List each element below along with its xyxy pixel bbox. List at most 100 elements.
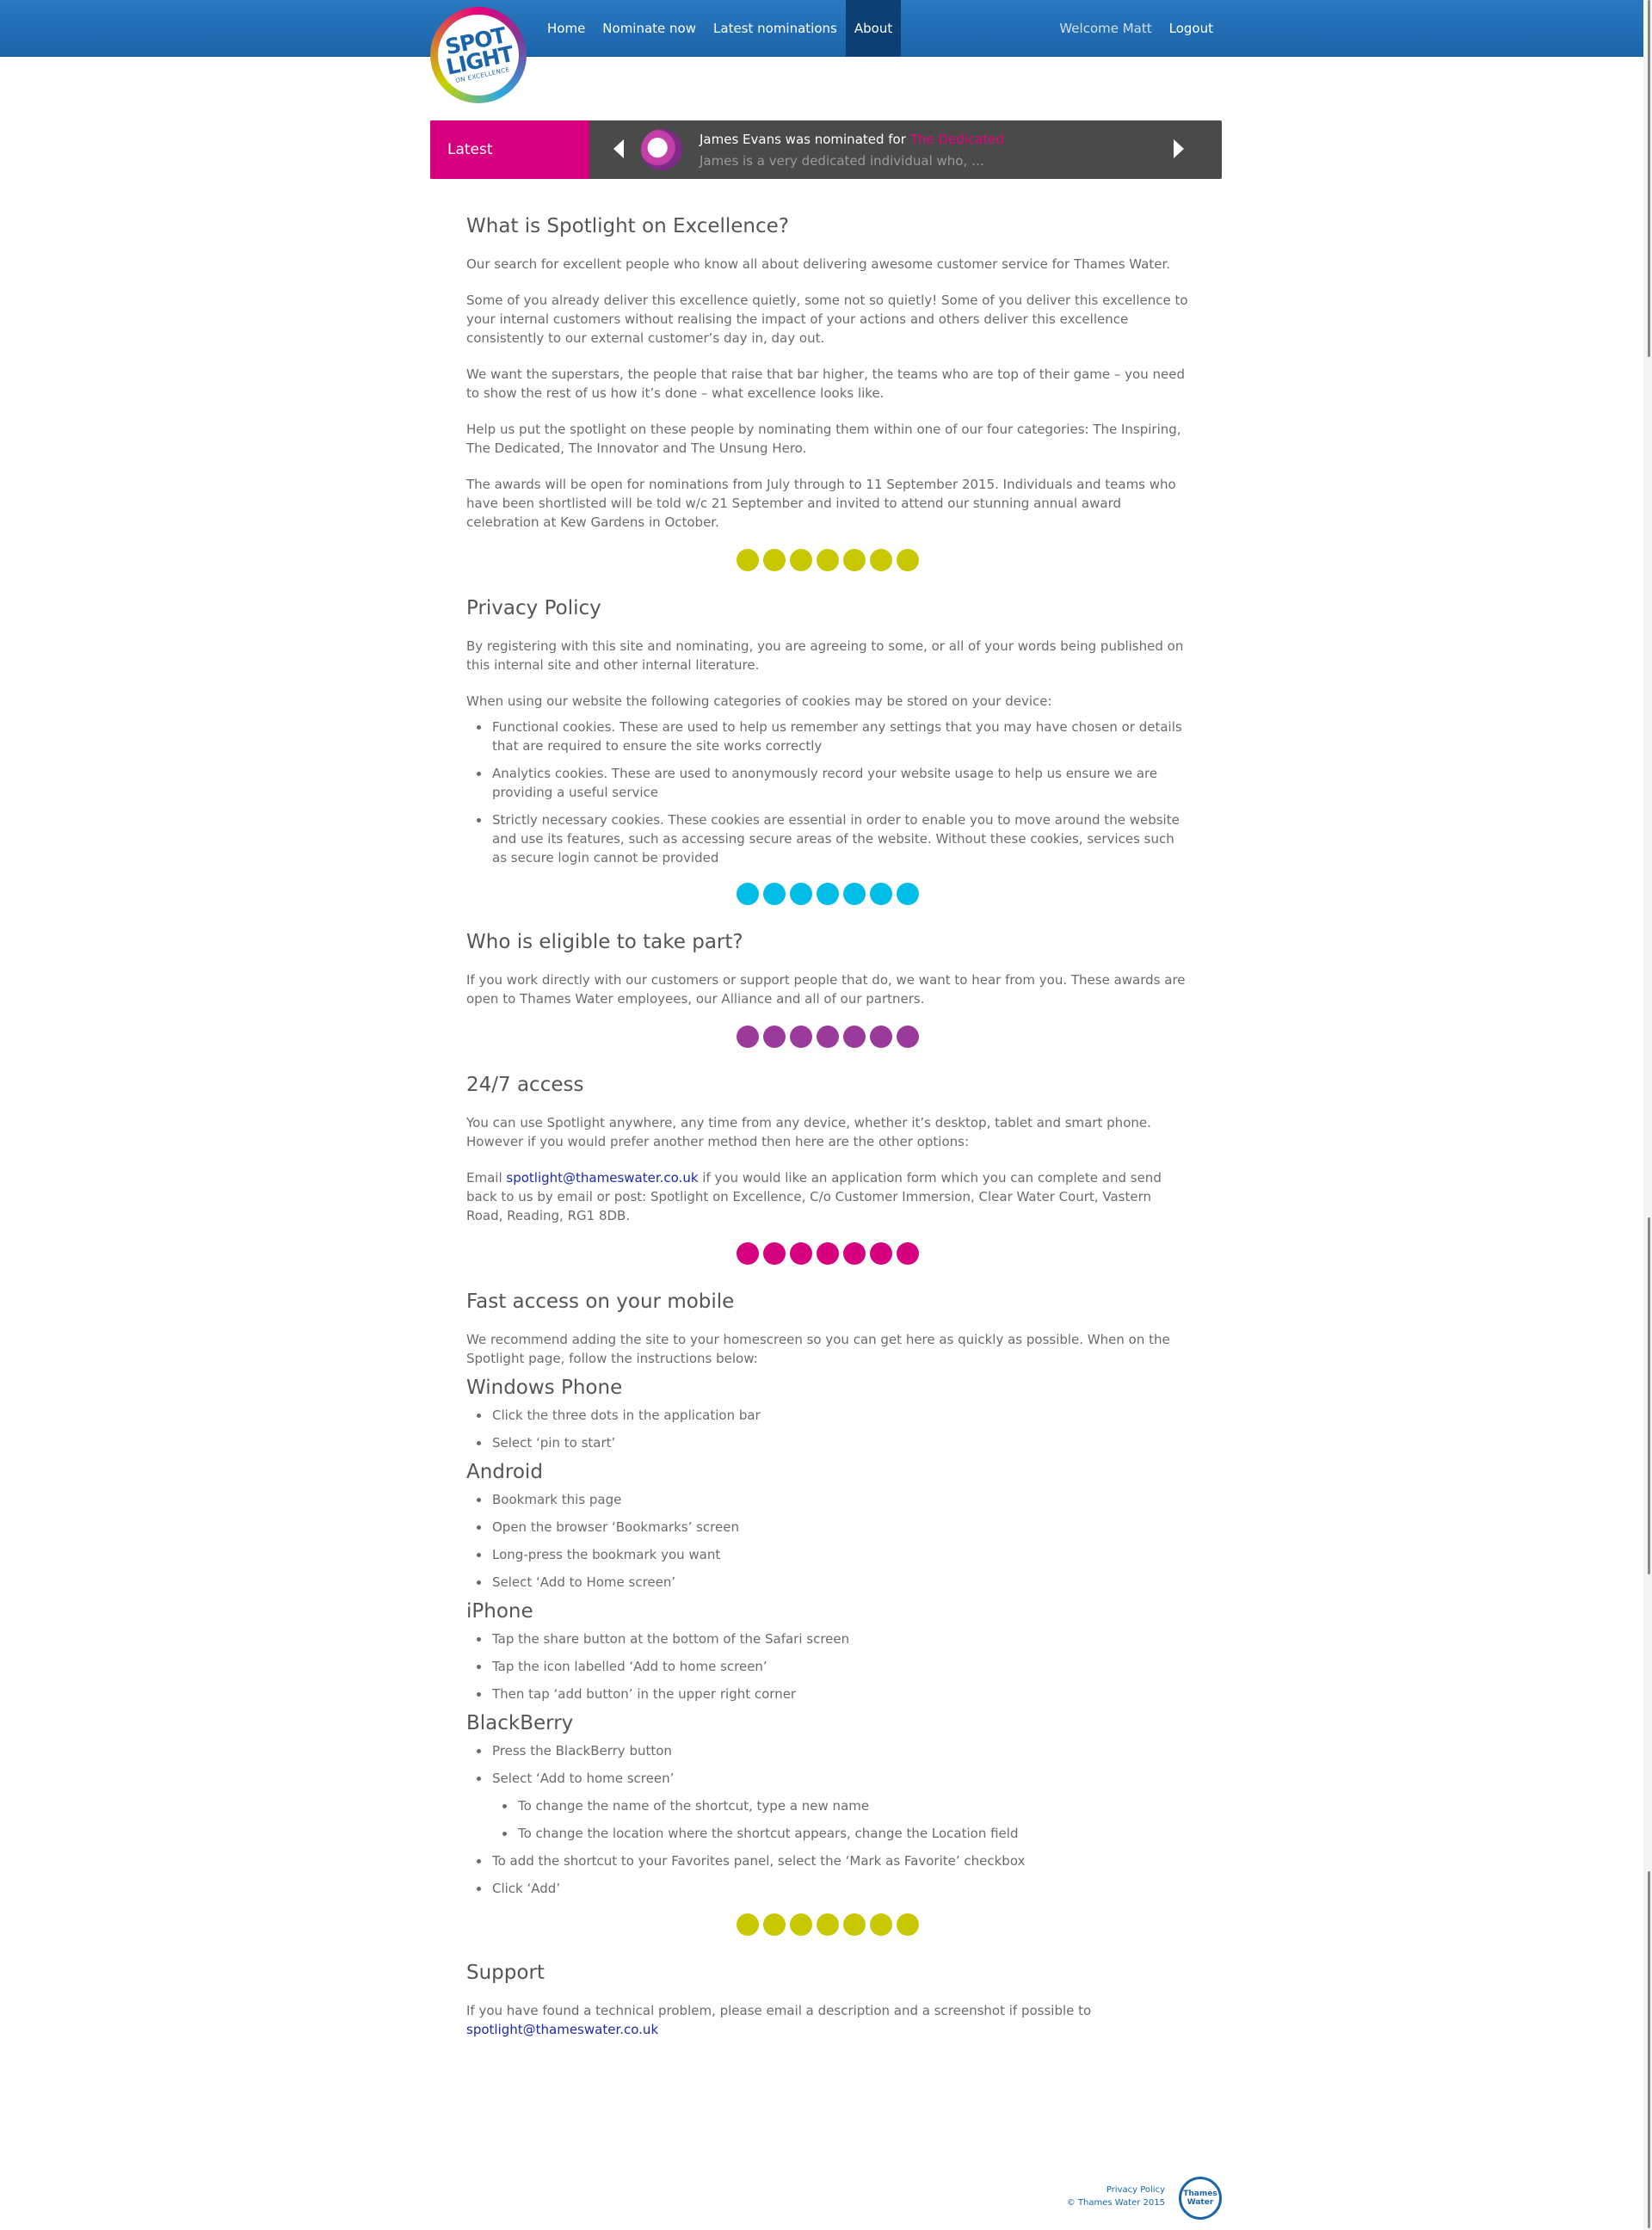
section-title-support: Support [466,1962,545,1984]
subtitle-android: Android [466,1461,543,1483]
list-item: Select ‘pin to start’ [466,1433,1189,1452]
ticker-category[interactable]: The Dedicated [910,132,1004,147]
list-item: Analytics cookies. These are used to ano… [466,764,1189,802]
spotlight-logo[interactable]: SPOT LIGHT ON EXCELLENCE [430,7,527,103]
list-item: Select ‘Add to Home screen’ [466,1573,1189,1592]
list-item: Open the browser ‘Bookmarks’ screen [466,1518,1189,1537]
blackberry-substeps: To change the name of the shortcut, type… [492,1796,1189,1843]
list-item: Press the BlackBerry button [466,1741,1189,1760]
subtitle-iphone: iPhone [466,1600,533,1623]
divider-dot [897,549,919,571]
list-item: Select ‘Add to home screen’ To change th… [466,1769,1189,1843]
ticker-headline: James Evans was nominated for The Dedica… [700,132,1004,147]
latest-nominations-ticker: Latest nominations: James Evans was nomi… [430,120,1222,217]
scrollbar-thumb[interactable] [1648,0,1650,357]
nav-links: Home Nominate now Latest nominations Abo… [539,0,902,57]
footer-copyright: © Thames Water 2015 [1066,2198,1165,2208]
nav-latest-nominations[interactable]: Latest nominations [705,0,846,57]
divider-dot [843,1026,866,1048]
paragraph: Email spotlight@thameswater.co.uk if you… [466,1168,1189,1225]
support-text: If you have found a technical problem, p… [466,2003,1092,2018]
divider-dot [790,1913,812,1936]
list-item: Tap the share button at the bottom of th… [466,1629,1189,1648]
divider-dot [817,883,839,905]
paragraph: We want the superstars, the people that … [466,367,1185,401]
user-area: Welcome Matt Logout [1051,0,1222,57]
paragraph: By registering with this site and nomina… [466,638,1184,673]
tw-logo-line2: Water [1187,2198,1214,2207]
list-item: Bookmark this page [466,1490,1189,1509]
paragraph: If you have found a technical problem, p… [466,2001,1189,2039]
tw-logo-line1: Thames [1183,2190,1217,2198]
divider-dot [790,549,812,571]
scrollbar-thumb[interactable] [1648,1217,1650,1574]
email-link[interactable]: spotlight@thameswater.co.uk [506,1170,698,1186]
nav-nominate-now[interactable]: Nominate now [594,0,705,57]
divider-dot [817,1913,839,1936]
divider-dot [843,549,866,571]
list-item: To add the shortcut to your Favorites pa… [466,1851,1189,1870]
logo-badge: SPOT LIGHT ON EXCELLENCE [430,7,527,103]
divider-dot [737,883,759,905]
divider-dot [763,1026,786,1048]
divider-dot [790,1026,812,1048]
ticker-excerpt: James is a very dedicated individual who… [700,153,984,169]
logout-link[interactable]: Logout [1161,0,1222,57]
paragraph: Some of you already deliver this excelle… [466,293,1188,346]
list-item: Tap the icon labelled ‘Add to home scree… [466,1657,1189,1676]
dot-divider-purple [466,1026,1189,1048]
divider-dot [897,1242,919,1265]
paragraph: Our search for excellent people who know… [466,256,1171,272]
thames-water-logo[interactable]: Thames Water [1179,2177,1222,2220]
top-navbar: SPOT LIGHT ON EXCELLENCE Home Nominate n… [0,0,1652,103]
divider-dot [870,883,892,905]
divider-dot [870,549,892,571]
divider-dot [817,1242,839,1265]
nav-home[interactable]: Home [539,0,594,57]
paragraph: You can use Spotlight anywhere, any time… [466,1115,1151,1149]
list-item: To change the name of the shortcut, type… [492,1796,1189,1815]
list-item: To change the location where the shortcu… [492,1824,1189,1843]
support-email-link[interactable]: spotlight@thameswater.co.uk [466,2022,658,2037]
section-title-mobile: Fast access on your mobile [466,1291,735,1313]
divider-dot [737,1242,759,1265]
ticker-label: Latest nominations: [430,120,589,217]
paragraph: We recommend adding the site to your hom… [466,1332,1170,1366]
paragraph: If you work directly with our customers … [466,972,1186,1007]
scrollbar-thumb[interactable] [1648,1871,1650,2228]
ticker-prev-arrow-icon[interactable] [613,139,624,158]
list-item: Click ‘Add’ [466,1879,1189,1898]
paragraph: The awards will be open for nominations … [466,477,1176,530]
blackberry-steps: Press the BlackBerry button Select ‘Add … [466,1741,1189,1898]
footer: Privacy Policy © Thames Water 2015 Thame… [1015,2177,1222,2220]
scrollbar[interactable] [1643,0,1652,2230]
list-item: Then tap ‘add button’ in the upper right… [466,1685,1189,1703]
main-content: What is Spotlight on Excellence? Our sea… [466,215,1189,2056]
iphone-steps: Tap the share button at the bottom of th… [466,1629,1189,1703]
divider-dot [897,1026,919,1048]
divider-dot [817,1026,839,1048]
ticker-next-arrow-icon[interactable] [1174,139,1184,158]
nav-about[interactable]: About [845,0,902,57]
divider-dot [790,883,812,905]
divider-dot [763,549,786,571]
paragraph: Help us put the spotlight on these peopl… [466,422,1181,456]
welcome-text: Welcome Matt [1059,21,1152,36]
dot-divider-cyan [466,883,1189,905]
footer-privacy-link[interactable]: Privacy Policy [1067,2184,1165,2196]
navbar-inner: SPOT LIGHT ON EXCELLENCE Home Nominate n… [430,0,1222,103]
list-item: Click the three dots in the application … [466,1406,1189,1425]
divider-dot [763,883,786,905]
section-title-eligible: Who is eligible to take part? [466,931,743,953]
divider-dot [737,549,759,571]
divider-dot [870,1913,892,1936]
section-title-privacy: Privacy Policy [466,597,601,619]
divider-dot [843,883,866,905]
email-prefix: Email [466,1170,507,1186]
nominee-avatar [641,129,682,170]
divider-dot [897,883,919,905]
dot-divider-magenta [466,1242,1189,1265]
divider-dot [843,1913,866,1936]
divider-dot [843,1242,866,1265]
divider-dot [870,1242,892,1265]
